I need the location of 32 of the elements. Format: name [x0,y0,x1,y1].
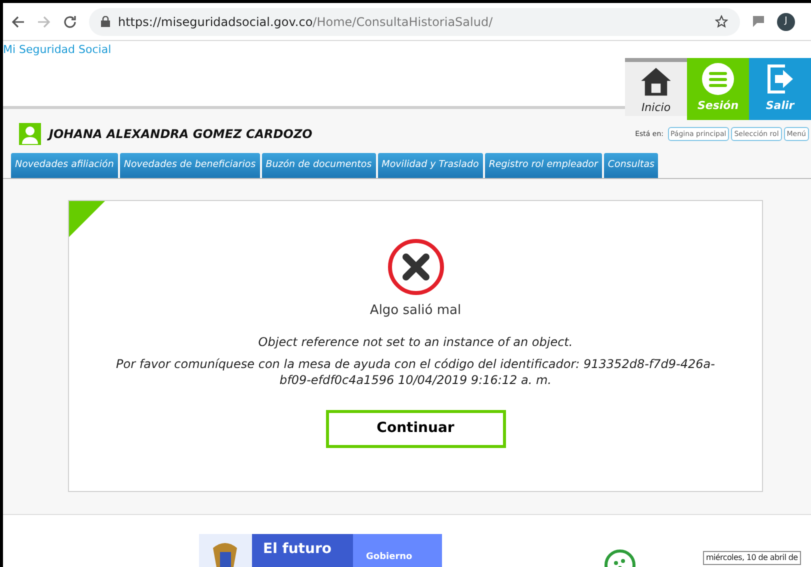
error-title: Algo salió mal [370,302,462,320]
lock-icon [101,16,110,27]
banner-text: El futuro [263,541,332,557]
star-icon[interactable] [715,15,728,28]
profile-avatar[interactable]: J [777,12,795,30]
home-button[interactable]: Inicio [625,58,687,116]
banner-side-text: Gobierno [366,552,412,562]
extension-icon[interactable] [752,15,765,28]
nav-tab[interactable]: Novedades de beneficiarios [120,153,260,178]
user-name: JOHANA ALEXANDRA GOMEZ CARDOZO [49,126,312,143]
exit-icon [765,62,795,96]
user-icon [19,123,41,145]
nav-tab[interactable]: Buzón de documentos [262,153,376,178]
date-field: miércoles, 10 de abril de [703,551,801,565]
corner-triangle-icon [69,201,105,237]
error-message: Object reference not set to an instance of an object. [258,334,573,350]
nav-tab[interactable]: Movilidad y Traslado [378,153,483,178]
nav-tab[interactable]: Consultas [604,153,658,178]
error-detail: Por favor comuníquese con la mesa de ayuda con el código del identificador: 913352d8-f7d9-426a-bf09-efdf0c4a1596 10/04/2019 9:16:12 a. m. [116,356,716,388]
reload-icon[interactable] [63,14,77,28]
menu-icon [701,62,735,96]
address-bar[interactable]: https://miseguridadsocial.gov.co/Home/ConsultaHistoriaSalud/ [89,8,740,36]
exit-button[interactable]: Salir [749,58,811,120]
coat-of-arms-icon [199,534,252,567]
nav-tab[interactable]: Novedades afiliación [11,153,118,178]
site-link[interactable]: Mi Seguridad Social [3,41,811,58]
nav-tab[interactable]: Registro rol empleador [484,153,602,178]
continue-button[interactable]: Continuar [326,410,506,448]
url-text: https://miseguridadsocial.gov.co/Home/ConsultaHistoriaSalud/ [118,14,493,30]
error-icon [386,238,444,296]
menu-button[interactable]: Sesión [687,58,749,120]
back-icon[interactable] [11,14,25,28]
